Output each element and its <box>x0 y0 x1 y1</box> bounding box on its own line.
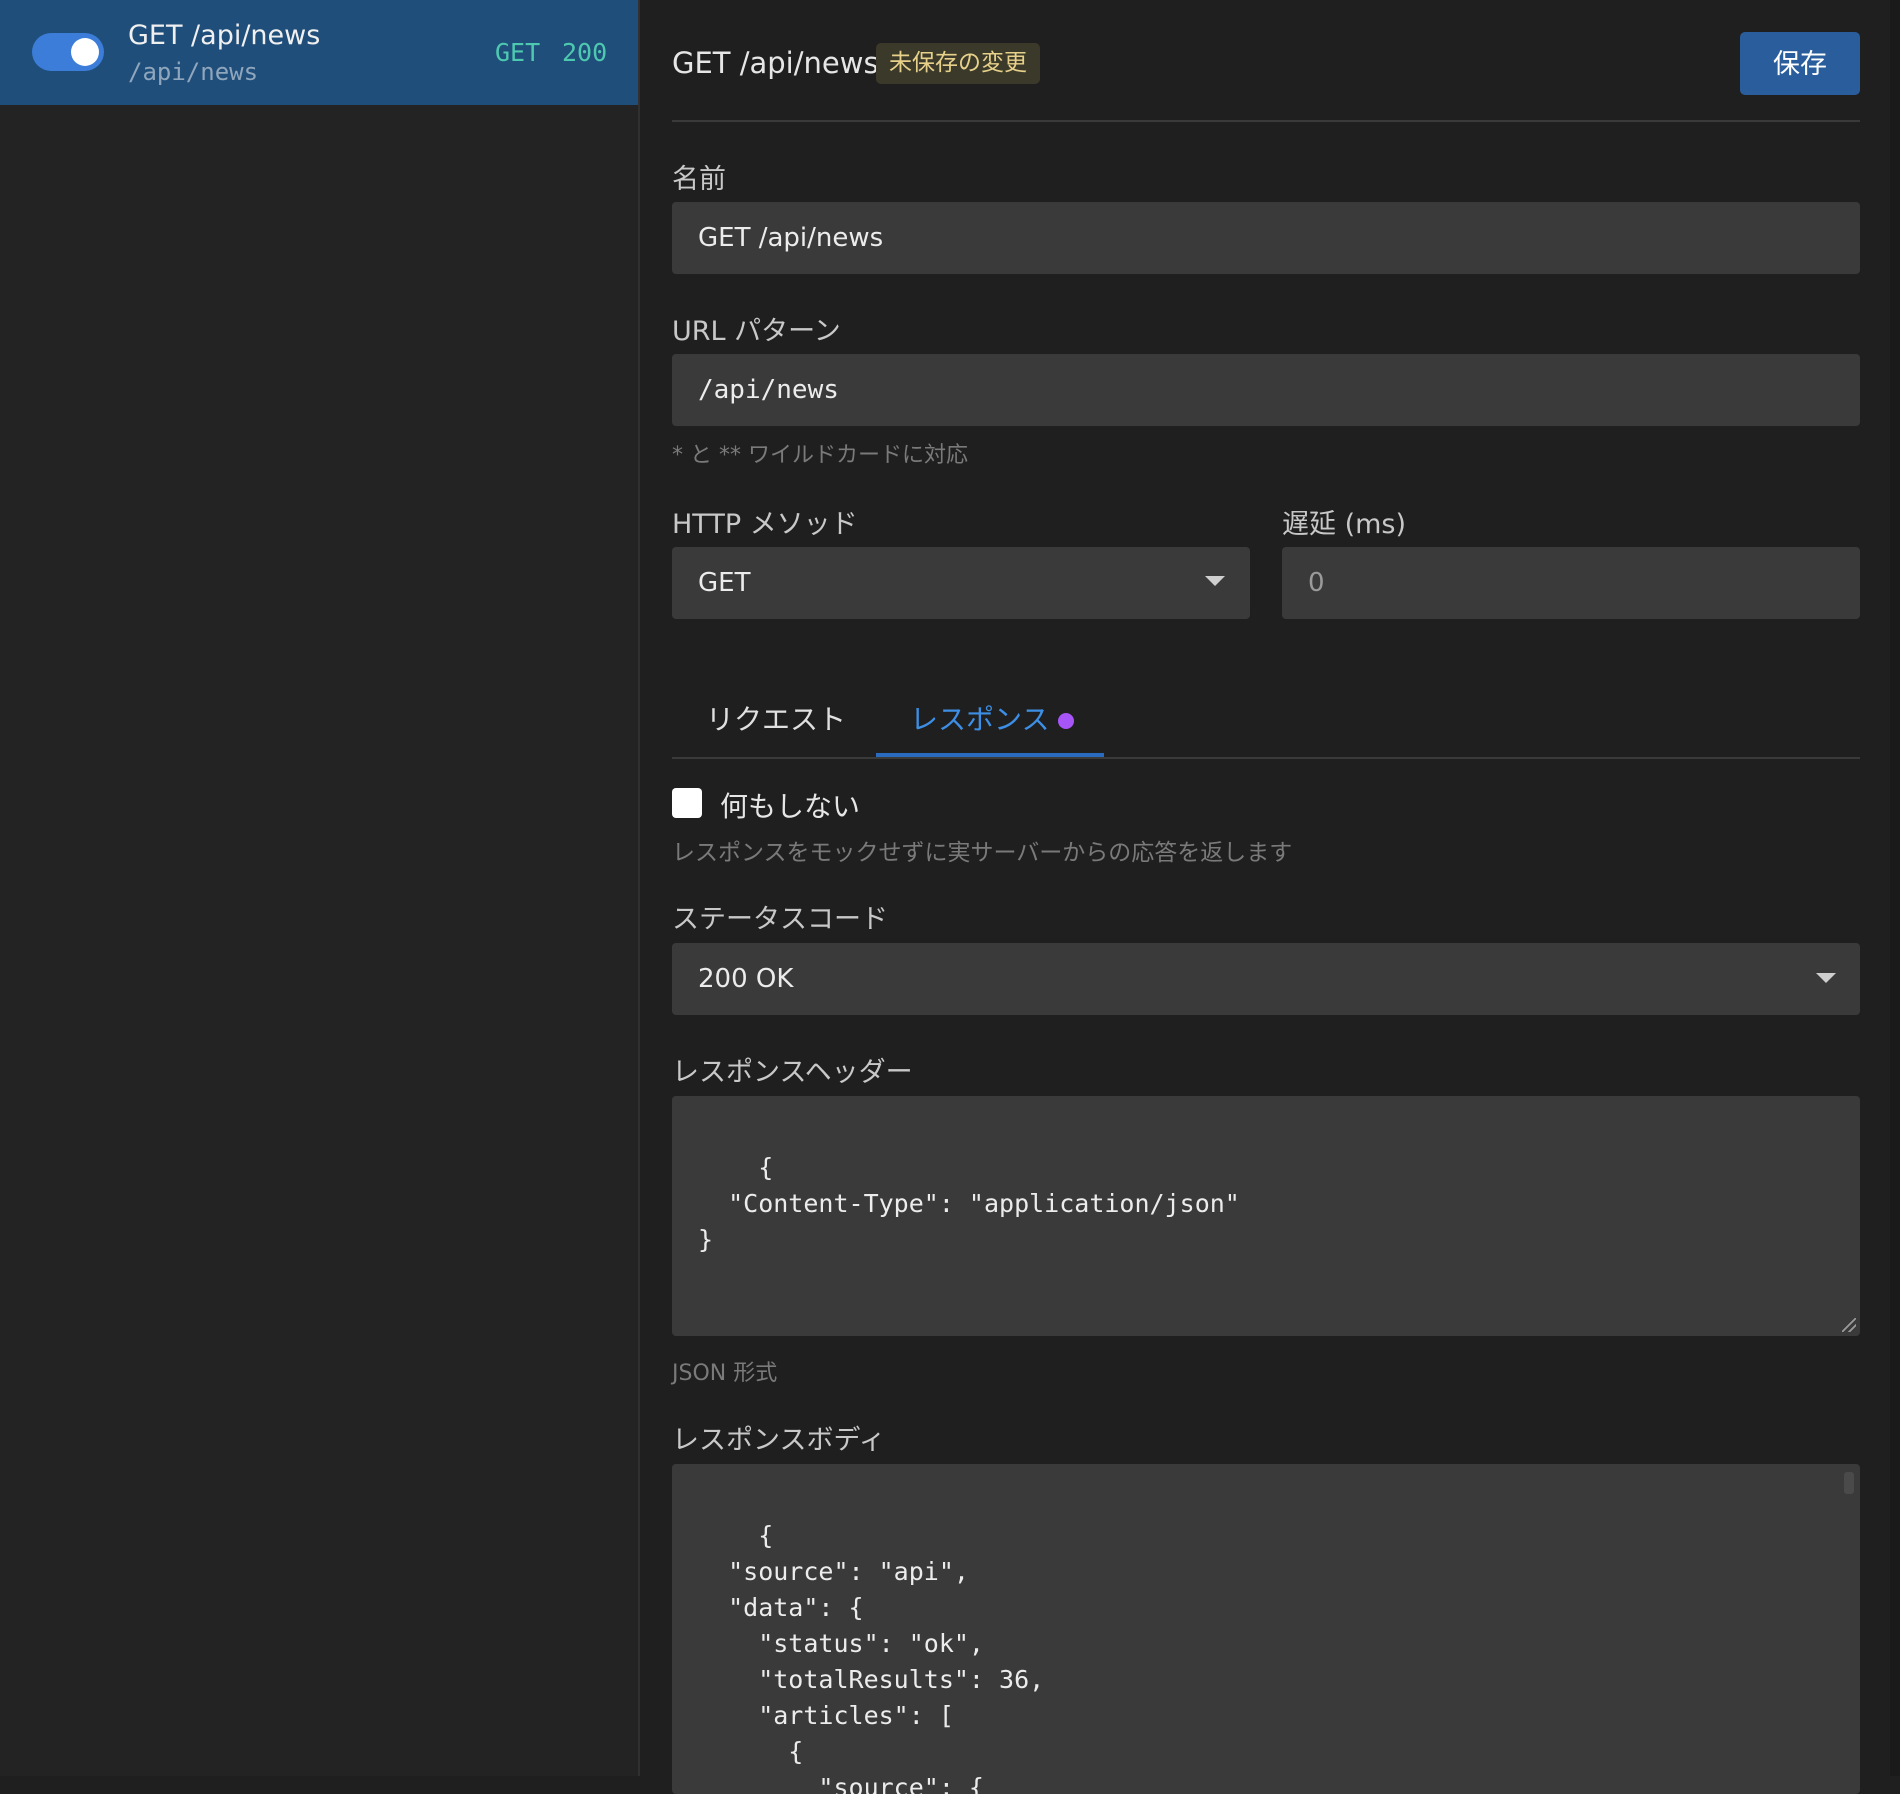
header-divider <box>672 120 1860 122</box>
url-pattern-input[interactable]: /api/news <box>672 354 1860 426</box>
http-method-label: HTTP メソッド <box>672 509 858 540</box>
chevron-down-icon <box>1816 973 1836 983</box>
rule-enabled-toggle[interactable] <box>32 33 104 71</box>
delay-input[interactable]: 0 <box>1282 547 1860 619</box>
status-code-select[interactable]: 200 OK <box>672 943 1860 1015</box>
rule-url: /api/news <box>128 58 259 86</box>
rule-status: 200 <box>562 38 608 67</box>
response-headers-textarea[interactable]: { "Content-Type": "application/json" } <box>672 1096 1860 1336</box>
response-body-textarea[interactable]: { "source": "api", "data": { "status": "… <box>672 1464 1860 1794</box>
passthrough-hint: レスポンスをモックせずに実サーバーからの応答を返します <box>672 840 1293 866</box>
headers-format-hint: JSON 形式 <box>672 1361 778 1386</box>
tab-response[interactable]: レスポンス <box>910 698 1049 738</box>
passthrough-label: 何もしない <box>720 790 861 823</box>
rule-method: GET <box>495 38 541 67</box>
passthrough-checkbox[interactable] <box>672 788 702 818</box>
response-headers-label: レスポンスヘッダー <box>672 1057 913 1088</box>
active-tab-indicator <box>876 753 1104 757</box>
unsaved-changes-badge: 未保存の変更 <box>876 43 1040 84</box>
name-label: 名前 <box>672 164 726 195</box>
rule-name: GET /api/news <box>128 20 321 51</box>
save-button[interactable]: 保存 <box>1740 32 1860 95</box>
url-pattern-label: URL パターン <box>672 316 841 347</box>
rule-editor: GET /api/news 未保存の変更 保存 名前 GET /api/news… <box>672 0 1860 1794</box>
http-method-select[interactable]: GET <box>672 547 1250 619</box>
response-headers-content: { "Content-Type": "application/json" } <box>698 1153 1240 1254</box>
tabs-divider <box>672 757 1860 759</box>
tab-request[interactable]: リクエスト <box>706 698 846 738</box>
editor-title: GET /api/news <box>672 46 879 80</box>
delay-label: 遅延 (ms) <box>1282 509 1407 540</box>
response-body-content: { "source": "api", "data": { "status": "… <box>728 1521 1045 1794</box>
modified-dot-icon <box>1058 713 1074 729</box>
name-input[interactable]: GET /api/news <box>672 202 1860 274</box>
body-scrollbar-thumb[interactable] <box>1844 1472 1854 1494</box>
url-pattern-hint: * と ** ワイルドカードに対応 <box>672 443 968 468</box>
page-scrollbar[interactable] <box>1890 0 1900 1776</box>
toggle-knob <box>71 38 99 66</box>
http-method-value: GET <box>698 568 751 598</box>
resize-handle-icon[interactable] <box>1842 1318 1856 1332</box>
chevron-down-icon <box>1205 576 1225 586</box>
rules-sidebar: GET /api/news /api/news GET 200 <box>0 0 640 1776</box>
status-code-value: 200 OK <box>698 964 794 994</box>
status-code-label: ステータスコード <box>672 904 888 935</box>
response-body-label: レスポンスボディ <box>672 1425 886 1456</box>
rule-list-item[interactable]: GET /api/news /api/news GET 200 <box>0 0 638 105</box>
